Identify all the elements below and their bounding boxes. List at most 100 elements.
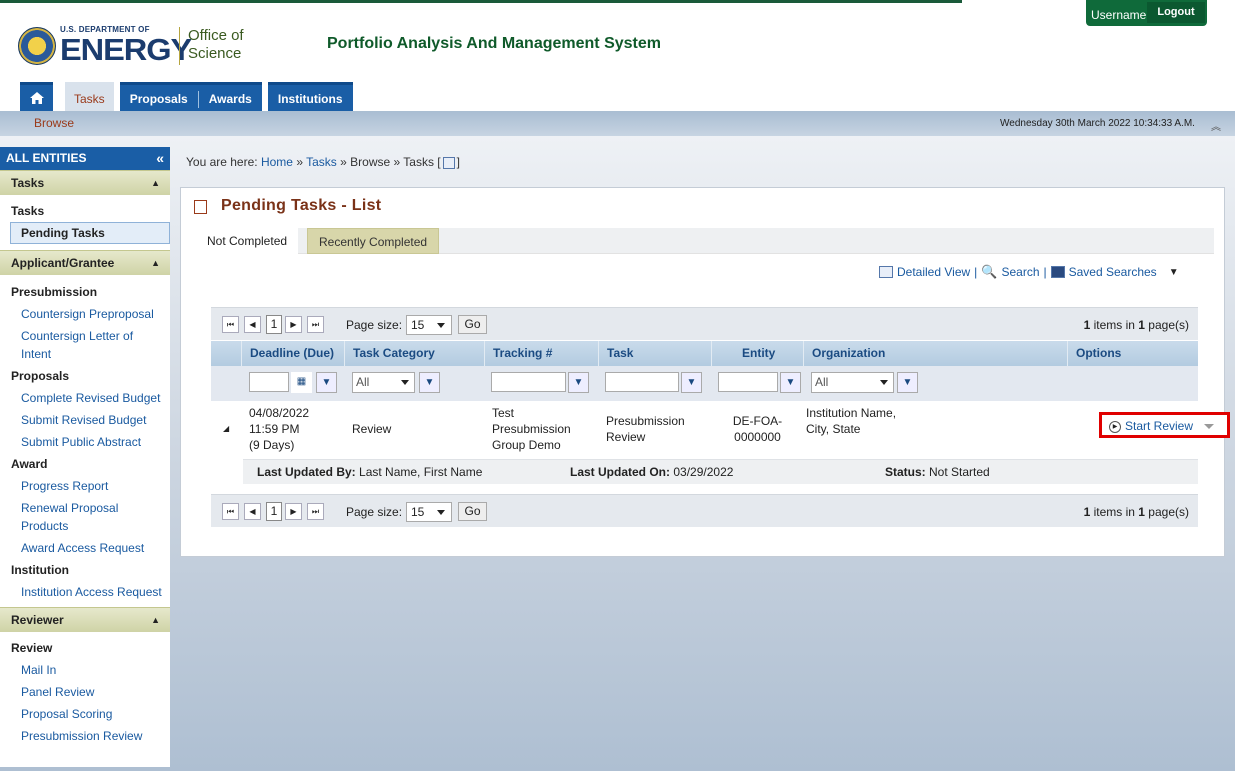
prev-page-button[interactable]: ◀ xyxy=(244,316,261,333)
chevron-down-icon[interactable]: ▼ xyxy=(1169,267,1179,278)
page-size-select[interactable]: 15 xyxy=(406,502,452,522)
tracking-filter-input[interactable] xyxy=(491,372,566,392)
collapse-up-icon[interactable]: ︽ xyxy=(1211,118,1221,133)
task-filter-input[interactable] xyxy=(605,372,679,392)
first-page-button[interactable]: ⏮ xyxy=(222,503,239,520)
sidebar-item-presubmission-review[interactable]: Presubmission Review xyxy=(0,728,170,744)
logo-divider xyxy=(179,27,180,65)
go-button[interactable]: Go xyxy=(458,502,487,521)
section-tasks[interactable]: Tasks ▲ xyxy=(0,170,170,195)
last-page-button[interactable]: ⏭ xyxy=(307,316,324,333)
group-presubmission: Presubmission xyxy=(11,285,98,299)
sidebar-item-award-access[interactable]: Award Access Request xyxy=(0,540,170,556)
category-filter-select[interactable]: All xyxy=(352,372,415,393)
col-entity[interactable]: Entity xyxy=(711,341,803,366)
breadcrumb-browse: Browse xyxy=(350,155,391,169)
last-updated-on: Last Updated On: 03/29/2022 xyxy=(570,465,734,479)
clipboard-icon xyxy=(194,200,207,214)
col-category[interactable]: Task Category xyxy=(344,341,483,366)
entity-filter-input[interactable] xyxy=(718,372,778,392)
cell-organization: Institution Name, City, State xyxy=(806,406,897,436)
sidebar-item-panel-review[interactable]: Panel Review xyxy=(0,684,170,700)
username: Username xyxy=(1091,8,1147,22)
table-header: Deadline (Due) Task Category Tracking # … xyxy=(211,341,1198,366)
sidebar-item-mail-in[interactable]: Mail In xyxy=(0,662,170,678)
sidebar-item-submit-public-abstract[interactable]: Submit Public Abstract xyxy=(0,434,170,450)
collapse-sidebar-icon[interactable]: « xyxy=(156,147,164,170)
breadcrumb-home[interactable]: Home xyxy=(261,155,293,169)
chevron-up-icon: ▲ xyxy=(151,615,160,625)
first-page-button[interactable]: ⏮ xyxy=(222,316,239,333)
organization-filter-select[interactable]: All xyxy=(811,372,894,393)
filter-icon[interactable]: ▼ xyxy=(316,372,337,393)
prev-page-button[interactable]: ◀ xyxy=(244,503,261,520)
col-organization[interactable]: Organization xyxy=(803,341,1067,366)
tab-recently-completed[interactable]: Recently Completed xyxy=(307,228,440,254)
sidebar-item-countersign-preproposal[interactable]: Countersign Preproposal xyxy=(0,306,170,322)
page-size-label: Page size: xyxy=(346,318,403,332)
col-tracking[interactable]: Tracking # xyxy=(484,341,598,366)
doe-logo[interactable]: U.S. DEPARTMENT OF ENERGY xyxy=(18,26,192,65)
calendar-icon[interactable]: ▦ xyxy=(291,372,312,393)
search-link[interactable]: Search xyxy=(1001,265,1039,279)
breadcrumb-tasks[interactable]: Tasks xyxy=(306,155,337,169)
app-title: Portfolio Analysis And Management System xyxy=(327,35,661,52)
cell-entity: DE-FOA- 0000000 xyxy=(732,414,783,444)
start-review-button[interactable]: ▶ Start Review xyxy=(1099,412,1230,438)
sidebar: ALL ENTITIES « Tasks ▲ Tasks Pending Tasks… xyxy=(0,147,170,767)
filter-icon[interactable]: ▼ xyxy=(897,372,918,393)
page-size-label: Page size: xyxy=(346,505,403,519)
go-button[interactable]: Go xyxy=(458,315,487,334)
row-detail: Last Updated By: Last Name, First Name L… xyxy=(243,459,1198,484)
tab-home[interactable] xyxy=(20,82,53,111)
next-page-button[interactable]: ▶ xyxy=(285,503,302,520)
current-page[interactable]: 1 xyxy=(266,502,282,521)
filter-icon[interactable]: ▼ xyxy=(568,372,589,393)
sidebar-item-institution-access[interactable]: Institution Access Request xyxy=(0,584,170,600)
expand-row-icon[interactable]: ◢ xyxy=(223,421,229,437)
filter-icon[interactable]: ▼ xyxy=(780,372,801,393)
sidebar-item-progress-report[interactable]: Progress Report xyxy=(0,478,170,494)
panel-title: Pending Tasks - List xyxy=(221,197,382,214)
group-review: Review xyxy=(11,641,53,655)
chevron-up-icon: ▲ xyxy=(151,178,160,188)
section-applicant[interactable]: Applicant/Grantee ▲ xyxy=(0,250,170,275)
page-size-select[interactable]: 15 xyxy=(406,315,452,335)
detailed-view-link[interactable]: Detailed View xyxy=(897,265,970,279)
pager-top: ⏮ ◀ 1 ▶ ⏭ Page size: 15 Go 1 items in 1 … xyxy=(211,307,1198,340)
saved-searches-link[interactable]: Saved Searches xyxy=(1069,265,1157,279)
tab-not-completed[interactable]: Not Completed xyxy=(196,228,299,254)
bookmark-icon[interactable] xyxy=(442,156,455,169)
deadline-filter-input[interactable] xyxy=(249,372,289,392)
next-page-button[interactable]: ▶ xyxy=(285,316,302,333)
last-page-button[interactable]: ⏭ xyxy=(307,503,324,520)
group-institution: Institution xyxy=(11,563,69,577)
tab-proposals[interactable]: Proposals xyxy=(119,82,198,111)
subnav-browse[interactable]: Browse xyxy=(34,116,74,130)
sidebar-item-pending-tasks[interactable]: Pending Tasks xyxy=(10,222,170,244)
dropdown-arrow-icon[interactable] xyxy=(1204,424,1214,434)
sidebar-item-proposal-scoring[interactable]: Proposal Scoring xyxy=(0,706,170,722)
sidebar-item-complete-revised-budget[interactable]: Complete Revised Budget xyxy=(0,390,170,406)
col-task[interactable]: Task xyxy=(598,341,711,366)
table-row: ◢ 04/08/2022 11:59 PM (9 Days) Review Test… xyxy=(211,401,1198,457)
section-reviewer[interactable]: Reviewer ▲ xyxy=(0,607,170,632)
filter-icon[interactable]: ▼ xyxy=(419,372,440,393)
filter-icon[interactable]: ▼ xyxy=(681,372,702,393)
logout-button[interactable]: Logout xyxy=(1147,2,1205,23)
list-view-icon xyxy=(879,266,893,278)
col-deadline[interactable]: Deadline (Due) xyxy=(241,341,343,366)
sidebar-item-renewal-proposal[interactable]: Renewal Proposal Products xyxy=(0,500,170,534)
current-page[interactable]: 1 xyxy=(266,315,282,334)
pager-info: 1 items in 1 page(s) xyxy=(1083,318,1189,332)
sidebar-item-submit-revised-budget[interactable]: Submit Revised Budget xyxy=(0,412,170,428)
col-options: Options xyxy=(1067,341,1198,366)
breadcrumb-current: Tasks [ xyxy=(403,155,441,169)
tab-tasks[interactable]: Tasks xyxy=(65,82,114,111)
sidebar-item-countersign-loi[interactable]: Countersign Letter of Intent xyxy=(0,328,170,362)
tab-awards[interactable]: Awards xyxy=(198,82,262,111)
pending-tasks-panel: Pending Tasks - List Not Completed Recen… xyxy=(180,187,1230,557)
pager-info: 1 items in 1 page(s) xyxy=(1083,505,1189,519)
tab-institutions[interactable]: Institutions xyxy=(267,82,353,111)
cell-deadline: 04/08/2022 11:59 PM (9 Days) xyxy=(249,406,310,452)
